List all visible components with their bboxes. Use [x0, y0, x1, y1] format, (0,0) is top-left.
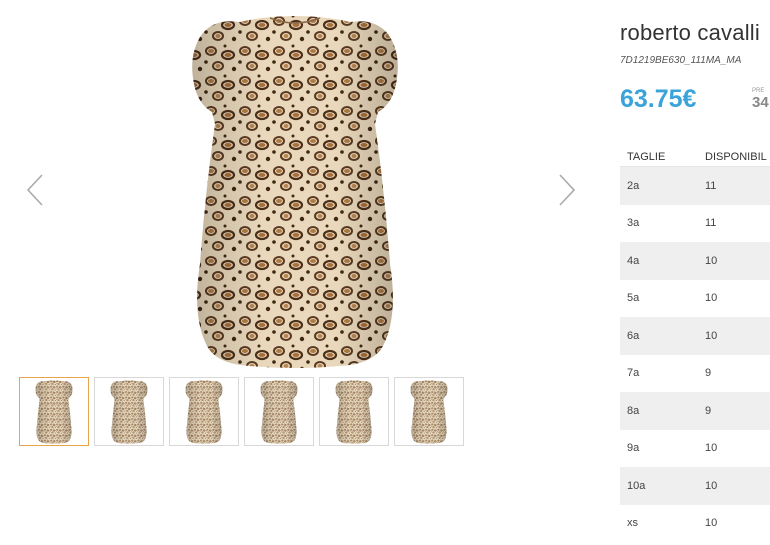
product-gallery: [0, 0, 600, 545]
chevron-right-icon[interactable]: [556, 172, 578, 208]
size-cell: 7a: [627, 367, 640, 380]
thumbnail-strip: [19, 377, 464, 446]
table-row[interactable]: 5a 10: [620, 280, 770, 318]
size-cell: 10a: [620, 467, 705, 505]
table-row[interactable]: 2a 11: [620, 166, 770, 205]
table-row[interactable]: 10a 10: [620, 467, 770, 505]
column-header-availability: DISPONIBIL: [705, 148, 770, 167]
old-price: 34: [752, 94, 769, 111]
product-info: roberto cavalli 7D1219BE630_111MA_MA 63.…: [620, 0, 770, 545]
size-cell: 2a: [620, 166, 705, 205]
table-row[interactable]: 6a 10: [620, 317, 770, 355]
thumbnail-2[interactable]: [94, 377, 164, 446]
qty-cell: 10: [705, 517, 718, 530]
qty-cell: 10: [705, 292, 718, 305]
table-row[interactable]: 9a 10: [620, 430, 770, 468]
table-row[interactable]: 3a 11: [620, 205, 770, 243]
size-cell: 4a: [620, 242, 705, 280]
product-price: 63.75€: [620, 85, 697, 113]
main-product-image[interactable]: [170, 14, 420, 370]
size-cell: 5a: [627, 292, 640, 305]
qty-cell: 9: [705, 367, 712, 380]
thumbnail-4[interactable]: [244, 377, 314, 446]
product-brand: roberto cavalli: [620, 20, 760, 45]
qty-cell: 11: [705, 217, 717, 230]
qty-cell: 10: [705, 317, 770, 355]
table-header-row: TAGLIE DISPONIBIL: [620, 148, 770, 167]
qty-cell: 9: [705, 392, 770, 430]
table-row[interactable]: 7a 9: [620, 355, 770, 393]
column-header-size: TAGLIE: [620, 148, 705, 167]
size-cell: xs: [627, 517, 638, 530]
size-cell: 3a: [627, 217, 640, 230]
table-row[interactable]: 8a 9: [620, 392, 770, 430]
thumbnail-6[interactable]: [394, 377, 464, 446]
thumbnail-5[interactable]: [319, 377, 389, 446]
size-cell: 8a: [620, 392, 705, 430]
thumbnail-1[interactable]: [19, 377, 89, 446]
qty-cell: 10: [705, 442, 718, 455]
product-sku: 7D1219BE630_111MA_MA: [620, 55, 742, 66]
table-row[interactable]: xs 10: [620, 505, 770, 543]
thumbnail-3[interactable]: [169, 377, 239, 446]
qty-cell: 10: [705, 242, 770, 280]
table-row[interactable]: 4a 10: [620, 242, 770, 280]
chevron-left-icon[interactable]: [24, 172, 46, 208]
size-cell: 9a: [627, 442, 640, 455]
sizes-table: TAGLIE DISPONIBIL 2a 11 3a 11 4a 10 5a 1…: [620, 148, 770, 542]
qty-cell: 11: [705, 166, 770, 205]
qty-cell: 10: [705, 467, 770, 505]
size-cell: 6a: [620, 317, 705, 355]
